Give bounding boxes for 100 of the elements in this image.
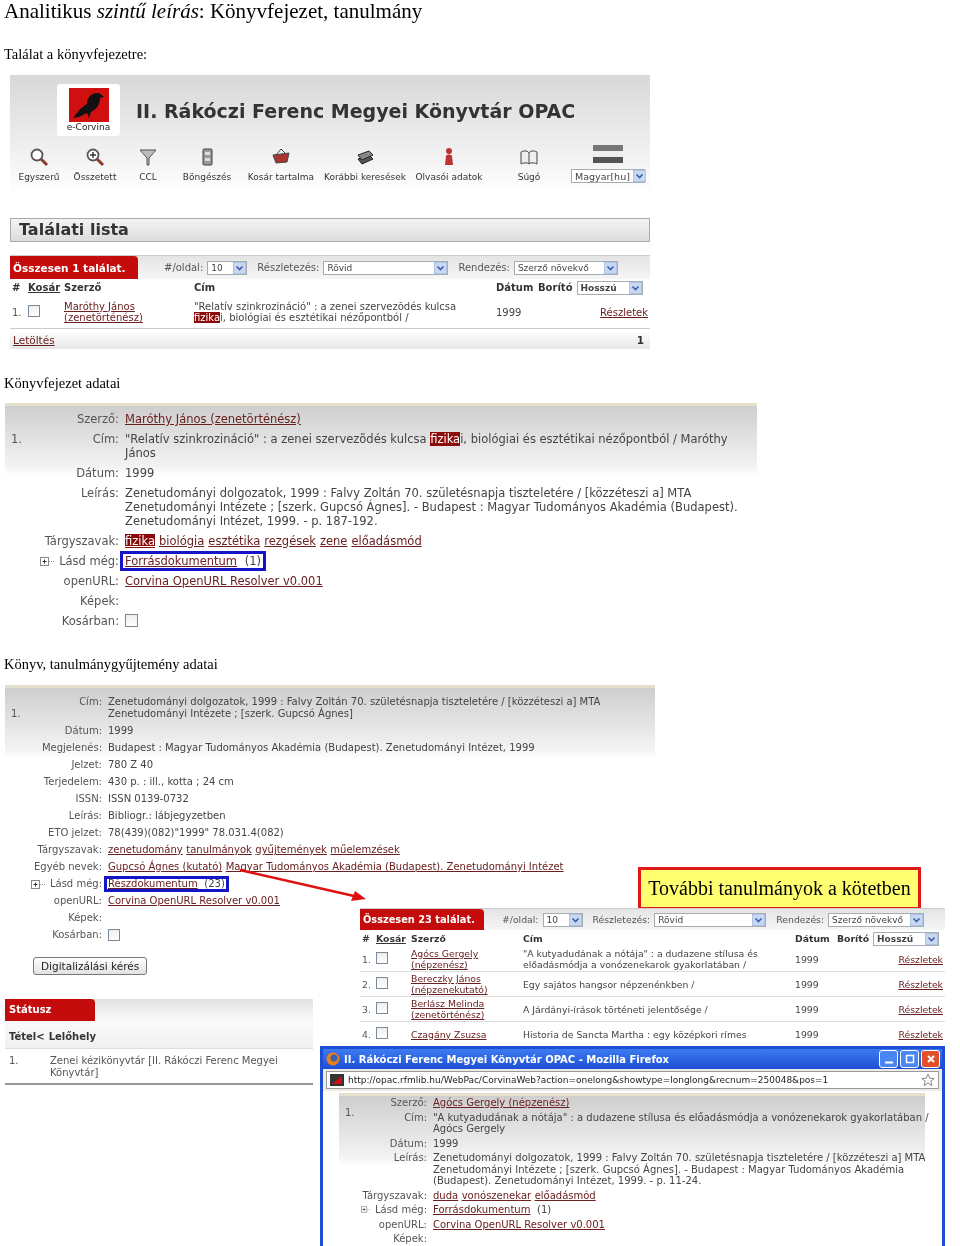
nav-button[interactable]: Kosár tartalma xyxy=(240,145,322,195)
cover-select[interactable]: Hosszú xyxy=(873,931,940,946)
checkbox[interactable] xyxy=(376,1027,388,1039)
column-header: # xyxy=(12,282,21,293)
download-link[interactable]: Letöltés xyxy=(13,334,55,346)
expand-icon[interactable] xyxy=(30,879,47,889)
cover-select[interactable]: Hosszú xyxy=(576,280,643,295)
field-label: Lásd még: xyxy=(374,1204,427,1216)
author-link[interactable]: Bereczky János (népzenekutató) xyxy=(411,973,523,995)
field-label: Szerző: xyxy=(390,1097,427,1109)
column-header: # xyxy=(362,933,370,944)
details-link[interactable]: Részletek xyxy=(600,306,648,318)
subject-link[interactable]: biológia xyxy=(159,534,205,548)
subject-link[interactable]: vonószenekar xyxy=(461,1189,532,1201)
subject-link[interactable]: tanulmányok xyxy=(186,844,252,855)
caret-icon xyxy=(925,932,939,945)
record-number: 1. xyxy=(344,1106,356,1118)
field-value: 430 p. : ill., kotta ; 24 cm xyxy=(108,776,235,788)
caret-icon xyxy=(603,261,617,274)
toolbar-label: #/oldal: xyxy=(502,914,539,925)
record-link[interactable]: Corvina OpenURL Resolver v0.001 xyxy=(125,574,323,588)
detail-select[interactable]: Rövid xyxy=(654,912,767,927)
record-link[interactable]: Agócs Gergely (népzenész) xyxy=(433,1097,570,1108)
nav-button[interactable]: Olvasói adatok xyxy=(408,145,490,195)
date-text: 1999 xyxy=(795,1003,819,1015)
record-link[interactable]: Maróthy János (zenetörténész) xyxy=(125,412,301,426)
checkbox[interactable] xyxy=(28,305,40,317)
field-value: Zenetudományi dolgozatok, 1999 : Falvy Zoltán 70. születésnapja tiszteletére / [közzéteszi a] MTA Zenetudományi Intézete ; [szerk. Gupcsó Ágnes]. - Budapest : Magyar Tudományos Akadémia (Budapest). Zenetudományi Intézet, 1999. - p. 187-192. xyxy=(125,486,739,528)
field-value: ISSN 0139-0732 xyxy=(108,793,190,805)
subject-link[interactable]: Gupcsó Ágnes (kutató) xyxy=(108,861,223,872)
section-caption: Könyvfejezet adatai xyxy=(3,375,122,391)
subject-link[interactable]: gyűjtemények xyxy=(255,844,327,855)
details-link[interactable]: Részletek xyxy=(898,953,943,965)
details-link[interactable]: Részletek xyxy=(898,1028,943,1040)
field-label: Leírás: xyxy=(393,1152,427,1164)
author-link[interactable]: Agócs Gergely (népzenész) xyxy=(411,948,523,970)
checkbox[interactable] xyxy=(108,929,120,941)
close-button[interactable] xyxy=(921,1050,940,1068)
author-link[interactable]: Czagány Zsuzsa xyxy=(411,1028,523,1040)
window-title: II. Rákóczi Ferenc Megyei Könyvtár OPAC - Mozilla Firefox xyxy=(344,1053,671,1065)
title-text: "A kutyadudának a nótája" : a dudazene stílusa és előadásmódja a vonózenekarok gyakorlatában / xyxy=(523,948,759,970)
subject-link[interactable]: rezgések xyxy=(264,534,316,548)
record-link[interactable]: Corvina OpenURL Resolver v0.001 xyxy=(433,1218,605,1230)
field-label: Szerző: xyxy=(76,412,119,426)
address-field[interactable]: http://opac.rfmlib.hu/WebPac/CorvinaWeb?action=onelong&showtype=longlong&recnum=250048&pos=1 xyxy=(326,1071,939,1089)
author-link[interactable]: Berlász Melinda (zenetörténész) xyxy=(411,998,523,1020)
maximize-button[interactable] xyxy=(900,1050,919,1068)
checkbox[interactable] xyxy=(376,1002,388,1014)
column-header: Dátum xyxy=(795,933,830,944)
record-link[interactable]: Corvina OpenURL Resolver v0.001 xyxy=(108,895,280,906)
column-header: Tétel< xyxy=(9,1031,45,1042)
checkbox[interactable] xyxy=(125,614,138,627)
nav-button[interactable]: CCL xyxy=(122,145,174,195)
minimize-icon xyxy=(884,1061,893,1064)
field-label: Kosárban: xyxy=(52,929,102,941)
sort-select[interactable]: Szerző növekvő xyxy=(513,260,618,275)
subject-link[interactable]: előadásmód xyxy=(351,534,422,548)
subject-link[interactable]: duda xyxy=(433,1189,459,1201)
minimize-button[interactable] xyxy=(879,1050,898,1068)
count-text: (23) xyxy=(203,878,225,889)
maximize-icon xyxy=(904,1054,915,1064)
record-link[interactable]: Forrásdokumentum xyxy=(433,1204,531,1215)
record-link[interactable]: Részdokumentum xyxy=(108,878,198,889)
subject-link[interactable]: fizika xyxy=(125,534,155,548)
nav-button[interactable]: Összetett xyxy=(68,145,122,195)
detail-select[interactable]: Rövid xyxy=(323,260,449,275)
subject-link[interactable]: előadásmód xyxy=(534,1189,596,1201)
digitize-button[interactable]: Digitalizálási kérés xyxy=(33,957,148,975)
close-icon xyxy=(925,1054,936,1064)
per-page-select[interactable]: 10 xyxy=(207,260,248,275)
subject-link[interactable]: zene xyxy=(319,534,348,548)
subject-link[interactable]: esztétika xyxy=(208,534,261,548)
subject-link[interactable]: Magyar Tudományos Akadémia (Budapest). Zenetudományi Intézet xyxy=(225,861,564,872)
subject-link[interactable]: műelemzések xyxy=(330,844,400,855)
expand-icon[interactable] xyxy=(40,556,57,566)
nav-button[interactable]: Egyszerű xyxy=(10,145,68,195)
sort-select[interactable]: Szerző növekvő xyxy=(828,912,925,927)
field-label: Lásd még: xyxy=(49,878,102,890)
per-page-select[interactable]: 10 xyxy=(542,912,583,927)
nav-button[interactable]: Korábbi keresések xyxy=(322,145,408,195)
nav-button[interactable]: Súgó xyxy=(490,145,568,195)
sort-link[interactable]: Kosár xyxy=(28,282,61,293)
nav-button[interactable]: Böngészés xyxy=(174,145,240,195)
section-caption: Találat a könyvfejezetre: xyxy=(3,46,149,62)
star-icon xyxy=(921,1073,935,1087)
subject-link[interactable]: zenetudomány xyxy=(108,844,183,855)
details-link[interactable]: Részletek xyxy=(898,1003,943,1015)
details-link[interactable]: Részletek xyxy=(898,978,943,990)
language-select[interactable]: Magyar[hu] xyxy=(571,169,645,183)
author-link[interactable]: Maróthy János (zenetörténész) xyxy=(64,301,194,323)
callout-box: További tanulmányok a kötetben xyxy=(638,867,921,910)
row-number: 4. xyxy=(362,1028,371,1040)
field-label: Képek: xyxy=(393,1233,427,1245)
checkbox[interactable] xyxy=(376,977,388,989)
date-text: 1999 xyxy=(795,953,819,965)
field-label: openURL: xyxy=(63,574,119,588)
checkbox[interactable] xyxy=(376,952,388,964)
record-number: 1. xyxy=(10,707,22,719)
record-link[interactable]: Forrásdokumentum xyxy=(125,554,238,568)
sort-link[interactable]: Kosár xyxy=(376,933,406,944)
